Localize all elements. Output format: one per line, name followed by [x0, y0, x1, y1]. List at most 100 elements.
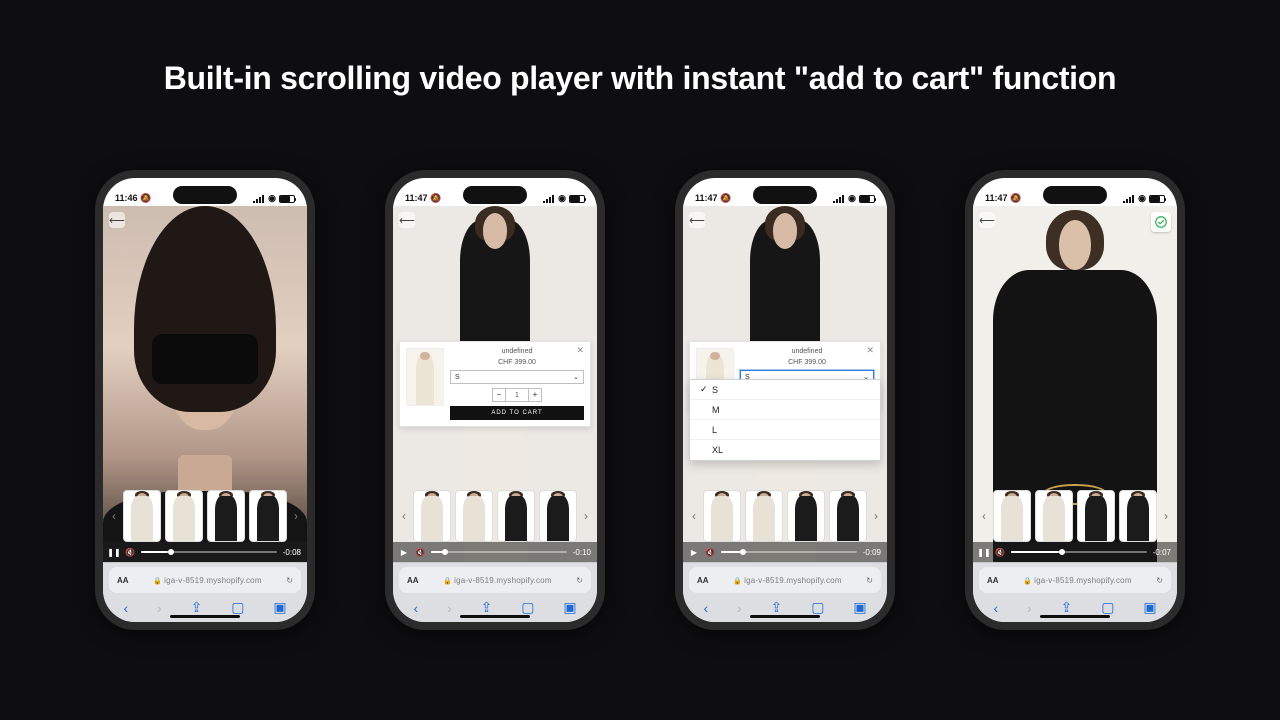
reload-icon[interactable]: ↻: [576, 576, 583, 585]
home-indicator[interactable]: [460, 615, 530, 618]
bookmarks-icon[interactable]: ▢: [1101, 599, 1114, 616]
reload-icon[interactable]: ↻: [866, 576, 873, 585]
thumbs-next[interactable]: ›: [871, 490, 881, 542]
reload-icon[interactable]: ↻: [286, 576, 293, 585]
video-viewport[interactable]: ⟵ ‹ › ❚❚ 🔇: [103, 206, 307, 562]
product-thumb[interactable]: [539, 490, 577, 542]
video-scrubber[interactable]: [721, 551, 857, 553]
url-bar[interactable]: AA 🔒 iga-v-8519.myshopify.com ↻: [399, 567, 591, 593]
product-thumb[interactable]: [703, 490, 741, 542]
video-scrubber[interactable]: [1011, 551, 1147, 553]
reader-button[interactable]: AA: [697, 576, 709, 585]
url-bar[interactable]: AA 🔒 iga-v-8519.myshopify.com ↻: [979, 567, 1171, 593]
tabs-icon[interactable]: ▣: [273, 599, 286, 616]
product-thumb[interactable]: [993, 490, 1031, 542]
size-option[interactable]: XL: [690, 440, 880, 460]
url-bar[interactable]: AA 🔒 iga-v-8519.myshopify.com ↻: [689, 567, 881, 593]
back-icon[interactable]: ⟵: [689, 212, 705, 228]
bookmarks-icon[interactable]: ▢: [231, 599, 244, 616]
product-thumb[interactable]: [249, 490, 287, 542]
thumbs-prev[interactable]: ‹: [979, 490, 989, 542]
home-indicator[interactable]: [170, 615, 240, 618]
size-option[interactable]: ✓S: [690, 380, 880, 400]
size-select[interactable]: S⌄: [450, 370, 584, 384]
thumbs-next[interactable]: ›: [1161, 490, 1171, 542]
product-thumb[interactable]: [1119, 490, 1157, 542]
share-icon[interactable]: ⇪: [191, 599, 203, 616]
back-icon[interactable]: ⟵: [399, 212, 415, 228]
product-thumb[interactable]: [413, 490, 451, 542]
share-icon[interactable]: ⇪: [1061, 599, 1073, 616]
product-thumb[interactable]: [1035, 490, 1073, 542]
tabs-icon[interactable]: ▣: [1143, 599, 1156, 616]
video-viewport[interactable]: ⟵ ✕ undefined CHF 399.00 S⌄: [393, 206, 597, 562]
product-thumb[interactable]: [207, 490, 245, 542]
reader-button[interactable]: AA: [407, 576, 419, 585]
qty-increment[interactable]: +: [528, 388, 542, 402]
back-icon[interactable]: ⟵: [979, 212, 995, 228]
reader-button[interactable]: AA: [987, 576, 999, 585]
url-domain: iga-v-8519.myshopify.com: [454, 576, 552, 585]
product-thumbnails: ‹ ›: [393, 490, 597, 542]
size-option[interactable]: M: [690, 400, 880, 420]
video-time-remaining: -0:09: [863, 548, 881, 557]
video-viewport[interactable]: ⟵ ✕ undefined CHF 399.00 S⌄: [683, 206, 887, 562]
pause-icon[interactable]: ❚❚: [979, 548, 989, 557]
sheet-product-thumb[interactable]: [406, 348, 444, 406]
url-domain: iga-v-8519.myshopify.com: [164, 576, 262, 585]
mute-icon[interactable]: 🔇: [125, 548, 135, 557]
url-bar[interactable]: AA 🔒 iga-v-8519.myshopify.com ↻: [109, 567, 301, 593]
close-icon[interactable]: ✕: [866, 345, 874, 356]
video-scrubber[interactable]: [431, 551, 567, 553]
video-viewport[interactable]: ⟵ ‹ › ❚❚ 🔇: [973, 206, 1177, 562]
product-thumb[interactable]: [1077, 490, 1115, 542]
nav-forward-icon: ›: [737, 600, 742, 616]
headline: Built-in scrolling video player with ins…: [0, 60, 1280, 97]
home-indicator[interactable]: [1040, 615, 1110, 618]
signal-icon: [543, 195, 555, 203]
play-icon[interactable]: ▶: [399, 548, 409, 557]
home-indicator[interactable]: [750, 615, 820, 618]
nav-back-icon[interactable]: ‹: [413, 600, 418, 616]
thumbs-prev[interactable]: ‹: [109, 490, 119, 542]
nav-back-icon[interactable]: ‹: [993, 600, 998, 616]
add-to-cart-button[interactable]: ADD TO CART: [450, 406, 584, 420]
size-option[interactable]: L: [690, 420, 880, 440]
share-icon[interactable]: ⇪: [481, 599, 493, 616]
bookmarks-icon[interactable]: ▢: [521, 599, 534, 616]
pause-icon[interactable]: ❚❚: [109, 548, 119, 557]
product-thumb[interactable]: [165, 490, 203, 542]
product-thumb[interactable]: [745, 490, 783, 542]
back-icon[interactable]: ⟵: [109, 212, 125, 228]
mute-icon[interactable]: 🔇: [705, 548, 715, 557]
mute-icon[interactable]: 🔇: [415, 548, 425, 557]
url-domain: iga-v-8519.myshopify.com: [744, 576, 842, 585]
thumbs-next[interactable]: ›: [581, 490, 591, 542]
tabs-icon[interactable]: ▣: [563, 599, 576, 616]
product-thumb[interactable]: [455, 490, 493, 542]
thumbs-prev[interactable]: ‹: [399, 490, 409, 542]
video-scrubber[interactable]: [141, 551, 277, 553]
product-thumb[interactable]: [497, 490, 535, 542]
video-time-remaining: -0:08: [283, 548, 301, 557]
video-controls: ❚❚ 🔇 -0:07: [973, 542, 1177, 562]
nav-back-icon[interactable]: ‹: [123, 600, 128, 616]
reload-icon[interactable]: ↻: [1156, 576, 1163, 585]
device-notch: [1043, 186, 1107, 204]
product-thumb[interactable]: [123, 490, 161, 542]
battery-icon: [569, 195, 585, 203]
mute-icon[interactable]: 🔇: [995, 548, 1005, 557]
tabs-icon[interactable]: ▣: [853, 599, 866, 616]
close-icon[interactable]: ✕: [576, 345, 584, 356]
product-thumb[interactable]: [787, 490, 825, 542]
share-icon[interactable]: ⇪: [771, 599, 783, 616]
reader-button[interactable]: AA: [117, 576, 129, 585]
bookmarks-icon[interactable]: ▢: [811, 599, 824, 616]
thumbs-next[interactable]: ›: [291, 490, 301, 542]
nav-back-icon[interactable]: ‹: [703, 600, 708, 616]
lock-icon: 🔒: [1023, 578, 1032, 585]
thumbs-prev[interactable]: ‹: [689, 490, 699, 542]
qty-decrement[interactable]: −: [492, 388, 506, 402]
play-icon[interactable]: ▶: [689, 548, 699, 557]
product-thumb[interactable]: [829, 490, 867, 542]
